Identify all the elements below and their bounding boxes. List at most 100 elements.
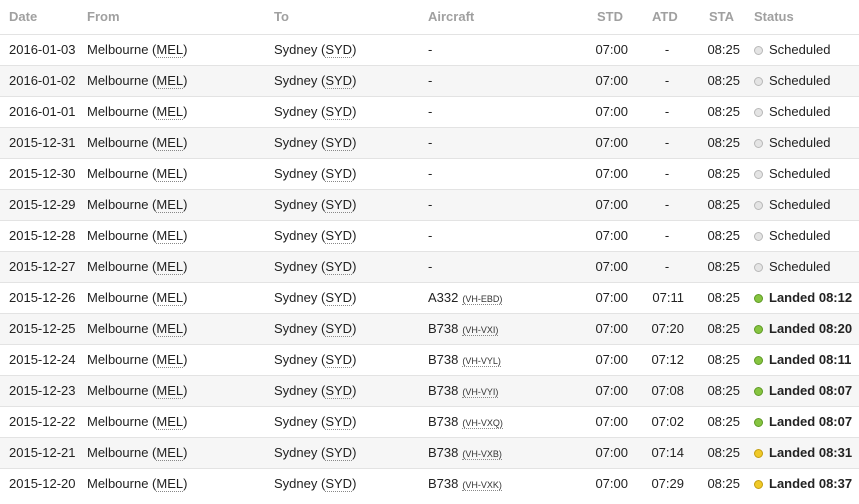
cell-to: Sydney (SYD) <box>274 135 357 151</box>
cell-sta: 08:25 <box>707 197 740 212</box>
from-airport-code[interactable]: MEL <box>156 352 184 368</box>
from-city: Melbourne <box>87 259 149 274</box>
to-city: Sydney <box>274 352 318 367</box>
cell-from: Melbourne (MEL) <box>87 73 188 89</box>
status-dot-icon <box>754 480 763 489</box>
status-dot-icon <box>754 263 763 272</box>
cell-to: Sydney (SYD) <box>274 414 357 430</box>
status-dot-icon <box>754 418 763 427</box>
aircraft-type: A332 <box>428 290 459 305</box>
cell-std: 07:00 <box>595 414 628 429</box>
aircraft-registration[interactable]: (VH-VXK) <box>462 480 502 491</box>
aircraft-registration[interactable]: (VH-VXI) <box>462 325 499 336</box>
cell-to: Sydney (SYD) <box>274 476 357 492</box>
from-city: Melbourne <box>87 197 149 212</box>
status-dot-icon <box>754 108 763 117</box>
status-text: Scheduled <box>769 166 831 181</box>
header-to[interactable]: To <box>274 0 289 34</box>
table-row: 2015-12-24 Melbourne (MEL) Sydney (SYD) … <box>0 344 859 375</box>
cell-atd: - <box>664 197 670 212</box>
cell-status: Landed 08:12 <box>754 283 852 313</box>
status-text: Landed 08:37 <box>769 476 853 491</box>
status-dot-icon <box>754 325 763 334</box>
cell-status: Landed 08:07 <box>754 407 852 437</box>
header-from[interactable]: From <box>87 0 120 34</box>
header-status[interactable]: Status <box>754 0 794 34</box>
status-dot-icon <box>754 46 763 55</box>
flight-history-table: Date From To Aircraft STD ATD STA Status… <box>0 0 859 499</box>
table-row: 2016-01-03 Melbourne (MEL) Sydney (SYD) … <box>0 34 859 65</box>
cell-sta: 08:25 <box>707 290 740 305</box>
to-airport-code[interactable]: SYD <box>325 135 353 151</box>
aircraft-registration[interactable]: (VH-VXB) <box>462 449 502 460</box>
cell-from: Melbourne (MEL) <box>87 259 188 275</box>
from-city: Melbourne <box>87 228 149 243</box>
header-sta[interactable]: STA <box>709 0 734 34</box>
to-airport-code[interactable]: SYD <box>325 197 353 213</box>
from-airport-code[interactable]: MEL <box>156 476 184 492</box>
to-city: Sydney <box>274 166 318 181</box>
from-airport-code[interactable]: MEL <box>156 445 184 461</box>
cell-aircraft: - <box>428 221 432 251</box>
cell-sta: 08:25 <box>707 166 740 181</box>
header-date[interactable]: Date <box>9 0 37 34</box>
cell-sta: 08:25 <box>707 383 740 398</box>
cell-aircraft: B738 (VH-VXI) <box>428 314 499 345</box>
header-atd[interactable]: ATD <box>652 0 678 34</box>
from-airport-code[interactable]: MEL <box>156 321 184 337</box>
from-airport-code[interactable]: MEL <box>156 135 184 151</box>
cell-to: Sydney (SYD) <box>274 290 357 306</box>
aircraft-type: - <box>428 228 433 243</box>
from-airport-code[interactable]: MEL <box>156 414 184 430</box>
to-airport-code[interactable]: SYD <box>325 228 353 244</box>
to-airport-code[interactable]: SYD <box>325 352 353 368</box>
table-row: 2016-01-01 Melbourne (MEL) Sydney (SYD) … <box>0 96 859 127</box>
to-airport-code[interactable]: SYD <box>325 321 353 337</box>
aircraft-registration[interactable]: (VH-VYL) <box>462 356 501 367</box>
cell-from: Melbourne (MEL) <box>87 42 188 58</box>
to-airport-code[interactable]: SYD <box>325 259 353 275</box>
cell-status: Scheduled <box>754 252 830 282</box>
header-aircraft[interactable]: Aircraft <box>428 0 474 34</box>
to-airport-code[interactable]: SYD <box>325 166 353 182</box>
aircraft-registration[interactable]: (VH-EBD) <box>462 294 503 305</box>
status-text: Landed 08:11 <box>769 352 852 367</box>
to-airport-code[interactable]: SYD <box>325 42 353 58</box>
cell-sta: 08:25 <box>707 259 740 274</box>
cell-aircraft: - <box>428 128 432 158</box>
aircraft-type: - <box>428 73 433 88</box>
from-airport-code[interactable]: MEL <box>156 104 184 120</box>
from-airport-code[interactable]: MEL <box>156 259 184 275</box>
cell-from: Melbourne (MEL) <box>87 166 188 182</box>
from-airport-code[interactable]: MEL <box>156 290 184 306</box>
status-text: Scheduled <box>769 259 831 274</box>
aircraft-type: B738 <box>428 476 459 491</box>
cell-aircraft: - <box>428 66 432 96</box>
from-airport-code[interactable]: MEL <box>156 166 184 182</box>
to-airport-code[interactable]: SYD <box>325 104 353 120</box>
cell-sta: 08:25 <box>707 414 740 429</box>
cell-status: Landed 08:11 <box>754 345 851 375</box>
from-airport-code[interactable]: MEL <box>156 383 184 399</box>
to-airport-code[interactable]: SYD <box>325 445 353 461</box>
to-airport-code[interactable]: SYD <box>325 414 353 430</box>
cell-from: Melbourne (MEL) <box>87 135 188 151</box>
from-airport-code[interactable]: MEL <box>156 228 184 244</box>
from-airport-code[interactable]: MEL <box>156 73 184 89</box>
from-airport-code[interactable]: MEL <box>156 42 184 58</box>
aircraft-registration[interactable]: (VH-VXQ) <box>462 418 503 429</box>
table-header: Date From To Aircraft STD ATD STA Status <box>0 0 859 34</box>
cell-status: Scheduled <box>754 128 830 158</box>
aircraft-registration[interactable]: (VH-VYI) <box>462 387 499 398</box>
cell-aircraft: B738 (VH-VXK) <box>428 469 502 500</box>
status-dot-icon <box>754 139 763 148</box>
header-std[interactable]: STD <box>597 0 623 34</box>
to-airport-code[interactable]: SYD <box>325 476 353 492</box>
to-airport-code[interactable]: SYD <box>325 383 353 399</box>
cell-aircraft: - <box>428 35 432 65</box>
cell-date: 2015-12-29 <box>9 197 76 212</box>
cell-from: Melbourne (MEL) <box>87 352 188 368</box>
to-airport-code[interactable]: SYD <box>325 290 353 306</box>
to-airport-code[interactable]: SYD <box>325 73 353 89</box>
from-airport-code[interactable]: MEL <box>156 197 184 213</box>
